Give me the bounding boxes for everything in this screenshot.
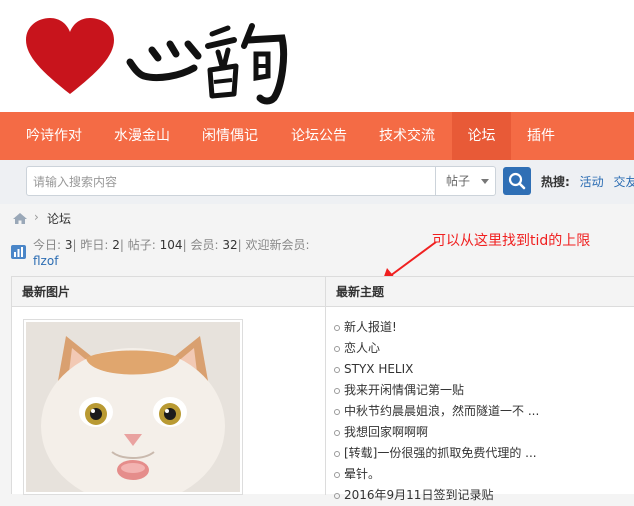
stat-posts-label: 帖子: (127, 238, 156, 252)
content-panels: 最新图片 最新主题 新人报道! 恋人心 STYX HELIX 我来开闲情偶记第一… (11, 276, 634, 504)
stat-sep: | (119, 238, 124, 252)
heart-icon (26, 18, 288, 105)
bullet-icon (334, 325, 340, 331)
stats-icon (11, 245, 26, 259)
stat-welcome-label: 欢迎新会员: (245, 238, 310, 252)
list-item[interactable]: STYX HELIX (334, 359, 539, 380)
breadcrumb-forum[interactable]: 论坛 (47, 210, 71, 227)
nav-item-xianqing[interactable]: 闲情偶记 (189, 112, 271, 160)
search-type-label: 帖子 (446, 174, 471, 188)
list-item[interactable]: 2016年9月11日签到记录贴 (334, 485, 539, 506)
bullet-icon (334, 430, 340, 436)
hot-search-label: 热搜: (541, 175, 570, 189)
nav-item-announcements[interactable]: 论坛公告 (277, 112, 361, 160)
forum-stats: 今日: 3| 昨日: 2| 帖子: 104| 会员: 32| 欢迎新会员: (33, 236, 310, 253)
site-header (0, 0, 634, 112)
search-box: 帖子 (26, 166, 496, 196)
bullet-icon (334, 409, 340, 415)
bullet-icon (334, 367, 340, 373)
nav-item-shuiman[interactable]: 水漫金山 (101, 112, 183, 160)
chevron-down-icon (481, 179, 489, 184)
new-member-link[interactable]: flzof (33, 254, 58, 268)
stat-yesterday-label: 昨日: (80, 238, 109, 252)
latest-pictures-header: 最新图片 (12, 277, 326, 307)
search-input[interactable] (31, 171, 435, 193)
search-button[interactable] (503, 167, 531, 195)
topic-title[interactable]: 我来开闲情偶记第一贴 (344, 383, 464, 397)
stat-today-label: 今日: (33, 238, 62, 252)
search-icon (508, 172, 526, 190)
home-icon[interactable] (12, 212, 28, 225)
nav-item-yinshi[interactable]: 吟诗作对 (13, 112, 95, 160)
stat-sep: | (72, 238, 77, 252)
latest-picture[interactable] (23, 319, 243, 504)
hot-link-activity[interactable]: 活动 (580, 175, 604, 189)
bullet-icon (334, 388, 340, 394)
topic-list: 新人报道! 恋人心 STYX HELIX 我来开闲情偶记第一贴 中秋节约晨晨姐浪… (334, 317, 539, 506)
topic-title[interactable]: 中秋节约晨晨姐浪，然而隧道一不 ... (344, 404, 539, 418)
list-item[interactable]: [转载]一份很强的抓取免费代理的 ... (334, 443, 539, 464)
list-item[interactable]: 我想回家啊啊啊 (334, 422, 539, 443)
hot-search: 热搜: 活动 交友 (541, 173, 634, 190)
bullet-icon (334, 451, 340, 457)
topic-title[interactable]: 恋人心 (344, 341, 380, 355)
hot-link-friends[interactable]: 交友 (613, 175, 634, 189)
site-logo[interactable] (12, 6, 295, 110)
bullet-icon (334, 346, 340, 352)
breadcrumb-separator: › (34, 210, 39, 224)
nav-item-plugins[interactable]: 插件 (514, 112, 568, 160)
stat-sep: | (182, 238, 187, 252)
stat-today-value: 3 (64, 238, 73, 252)
stat-yesterday-value: 2 (112, 238, 120, 252)
search-bar: 帖子 热搜: 活动 交友 (0, 160, 634, 204)
stat-members-value: 32 (222, 238, 238, 252)
topic-title[interactable]: 我想回家啊啊啊 (344, 425, 428, 439)
topic-title[interactable]: 晕针。 (344, 467, 380, 481)
topic-title[interactable]: STYX HELIX (344, 362, 413, 376)
list-item[interactable]: 中秋节约晨晨姐浪，然而隧道一不 ... (334, 401, 539, 422)
main-nav: 吟诗作对 水漫金山 闲情偶记 论坛公告 技术交流 论坛 插件 (0, 112, 634, 160)
topic-title[interactable]: 2016年9月11日签到记录贴 (344, 488, 493, 502)
stat-sep: | (237, 238, 242, 252)
column-divider (325, 307, 326, 495)
cat-photo (26, 322, 240, 504)
stat-members-label: 会员: (190, 238, 219, 252)
latest-topics-header: 最新主题 (326, 277, 634, 307)
bullet-icon (334, 472, 340, 478)
list-item[interactable]: 恋人心 (334, 338, 539, 359)
stat-posts-value: 104 (159, 238, 183, 252)
list-item[interactable]: 晕针。 (334, 464, 539, 485)
topic-title[interactable]: 新人报道! (344, 320, 397, 334)
annotation-text: 可以从这里找到tid的上限 (432, 233, 591, 249)
nav-item-forum[interactable]: 论坛 (452, 112, 511, 160)
list-item[interactable]: 我来开闲情偶记第一贴 (334, 380, 539, 401)
topic-title[interactable]: [转载]一份很强的抓取免费代理的 ... (344, 446, 537, 460)
nav-item-tech[interactable]: 技术交流 (365, 112, 449, 160)
search-type-select[interactable]: 帖子 (435, 167, 497, 195)
list-item[interactable]: 新人报道! (334, 317, 539, 338)
